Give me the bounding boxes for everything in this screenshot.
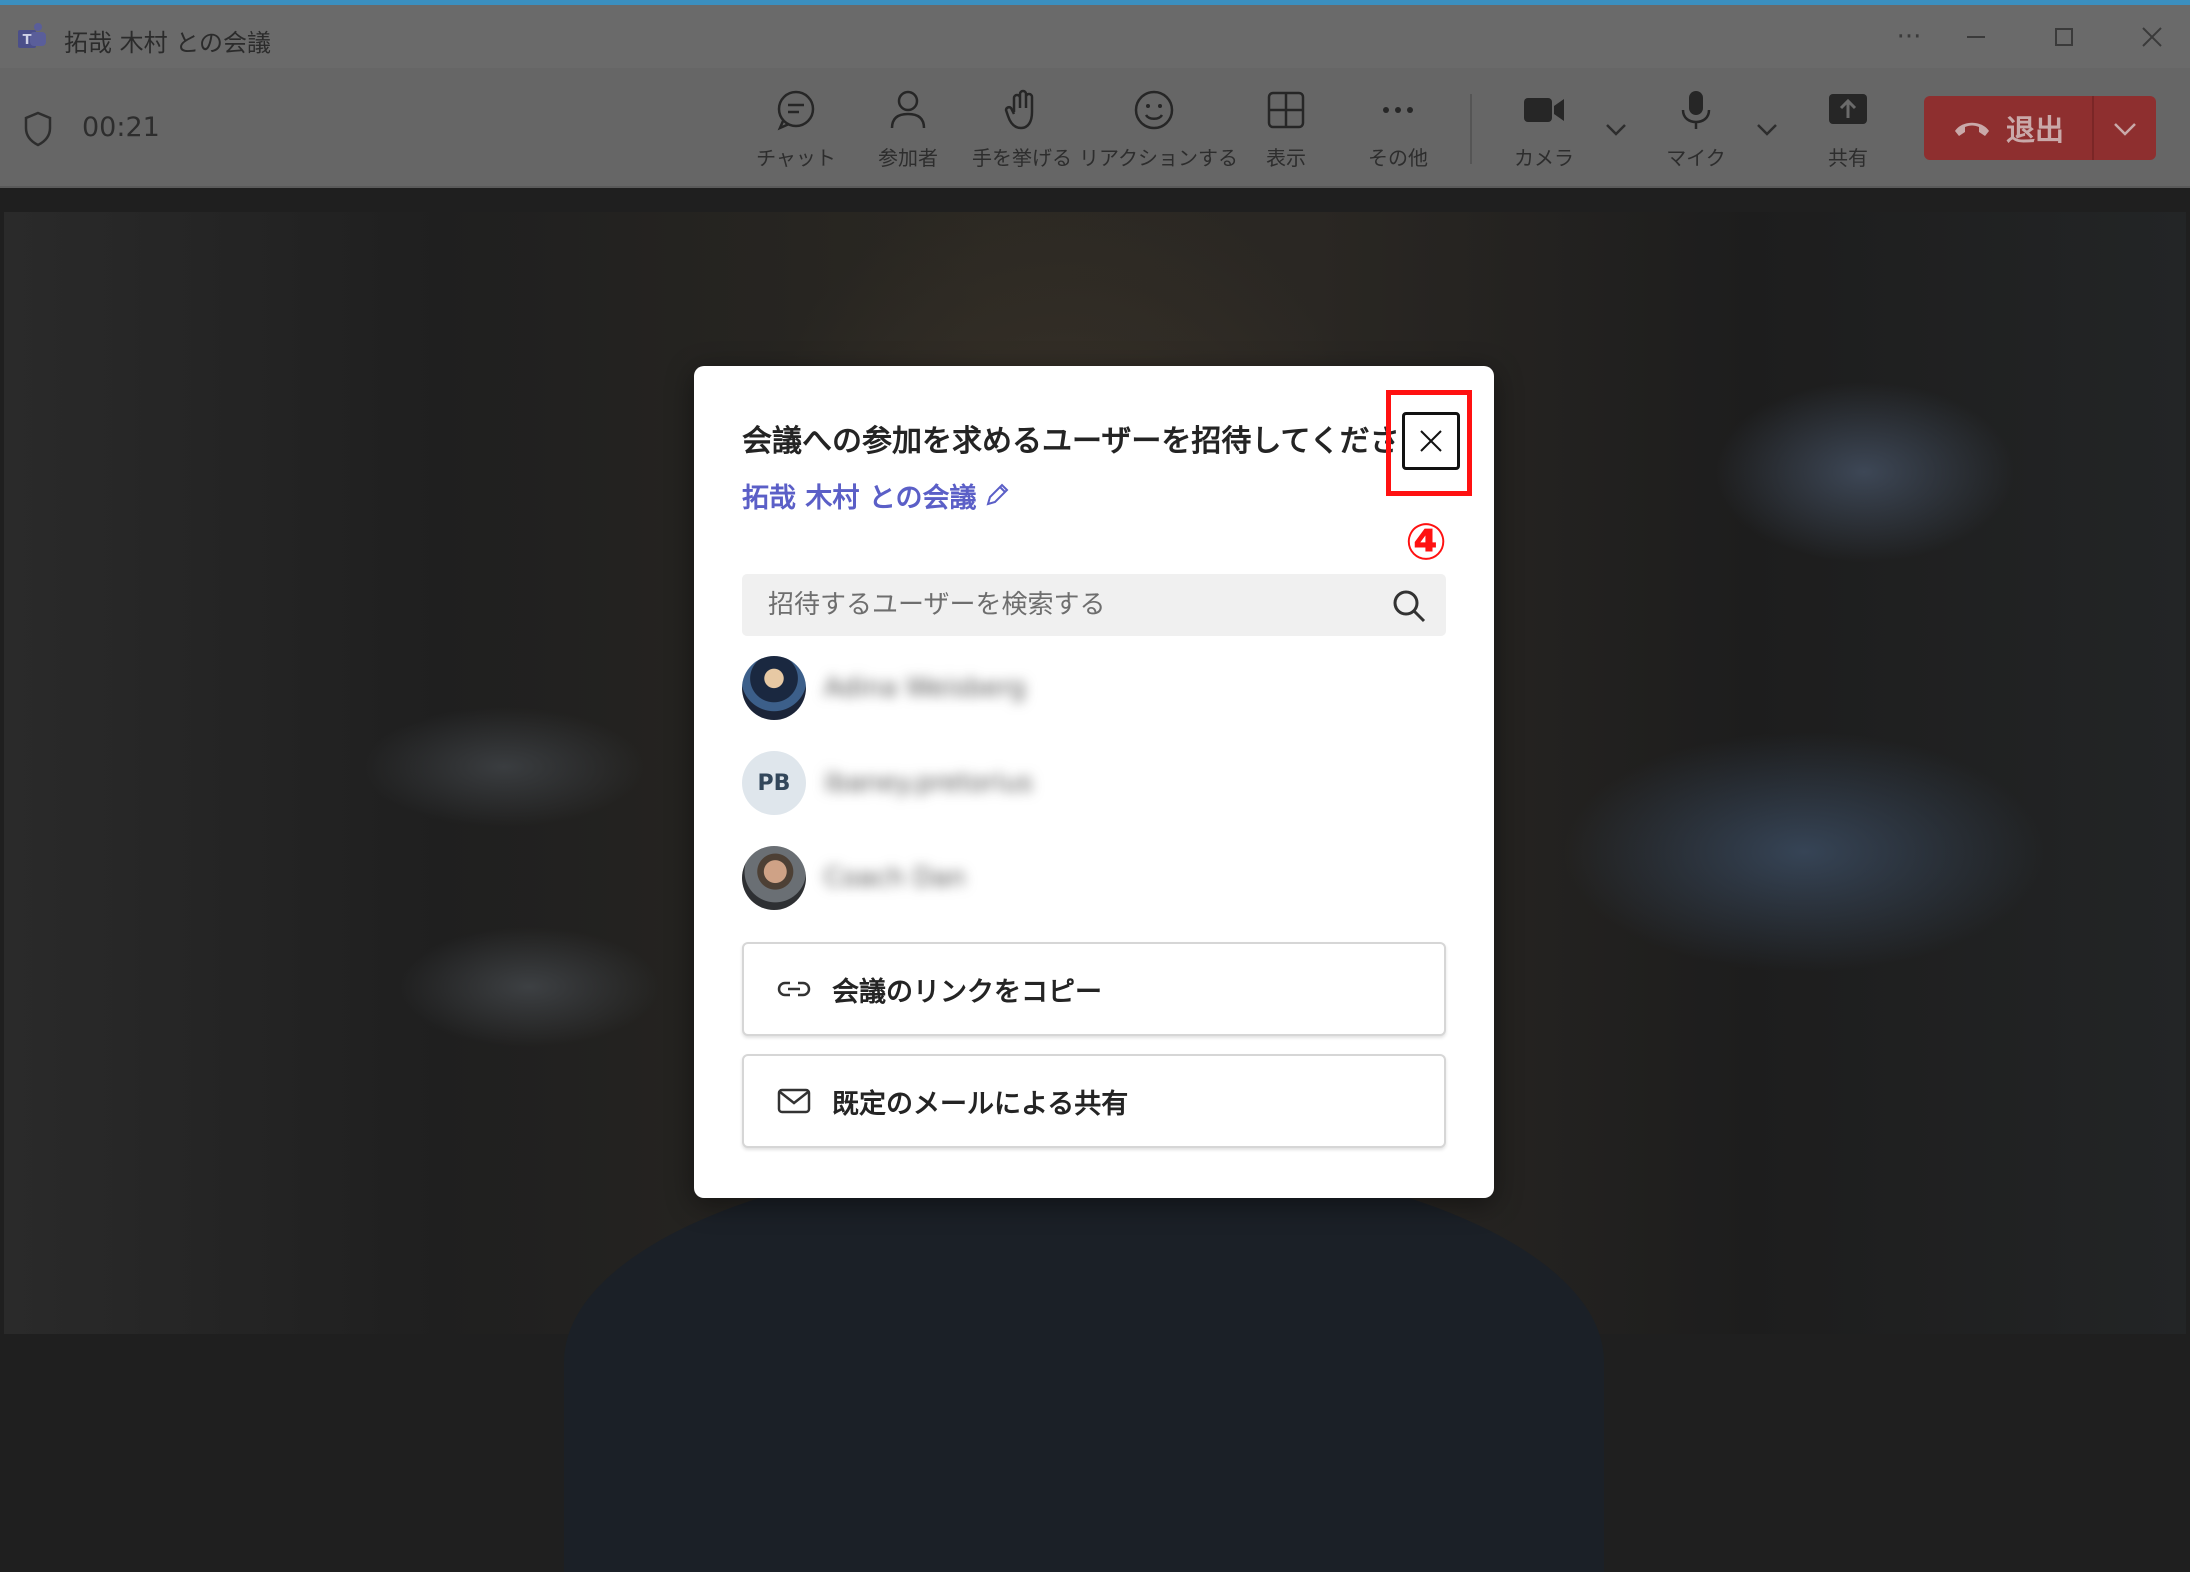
edit-pencil-icon[interactable]: [982, 480, 1012, 510]
camera-icon: [1524, 98, 1564, 122]
raise-hand-button[interactable]: 手を挙げる: [967, 88, 1077, 178]
suggested-person-row[interactable]: PB ibaney.pretorius: [742, 750, 1446, 816]
invite-search-input[interactable]: [742, 574, 1382, 636]
mail-icon: [777, 1088, 811, 1114]
meeting-toolbar: 00:21 チャット 参加者 手を挙げる リアクションする 表示 その他 カメラ…: [0, 68, 2190, 188]
share-button-label: 共有: [1828, 146, 1868, 170]
mic-button[interactable]: マイク: [1641, 88, 1751, 178]
toolbar-divider: [1470, 94, 1472, 164]
mic-options-chevron-icon[interactable]: [1754, 116, 1780, 142]
invite-search-box: [742, 574, 1446, 636]
copy-link-button[interactable]: 会議のリンクをコピー: [742, 942, 1446, 1036]
teams-logo-icon: T: [18, 23, 46, 48]
close-icon: [1420, 430, 1442, 452]
chat-icon: [777, 90, 815, 131]
people-icon: [890, 90, 926, 129]
ellipsis-icon: [1383, 107, 1413, 113]
window-close-button[interactable]: [2108, 5, 2190, 68]
minimize-button[interactable]: [1932, 5, 2020, 68]
chat-button[interactable]: チャット: [741, 88, 851, 178]
avatar: PB: [742, 751, 806, 815]
window-title: 拓哉 木村 との会議: [64, 29, 272, 57]
camera-options-chevron-icon[interactable]: [1603, 116, 1629, 142]
more-options-button[interactable]: その他: [1343, 88, 1453, 178]
share-button[interactable]: 共有: [1793, 88, 1903, 178]
grid-icon: [1267, 91, 1305, 129]
chevron-down-icon: [2114, 123, 2136, 136]
invite-dialog: 会議への参加を求めるユーザーを招待してください 拓哉 木村 との会議 ④ Adi…: [694, 366, 1494, 1198]
leave-button-label: 退出: [2005, 113, 2064, 147]
camera-button[interactable]: カメラ: [1489, 88, 1599, 178]
hand-icon: [1004, 89, 1034, 130]
more-options-button-label: その他: [1368, 146, 1428, 170]
reactions-button-label: リアクションする: [1079, 146, 1238, 170]
camera-button-label: カメラ: [1514, 146, 1574, 170]
search-icon[interactable]: [1390, 587, 1428, 625]
maximize-icon: [2055, 27, 2073, 46]
dialog-title: 会議への参加を求めるユーザーを招待してください: [742, 424, 1430, 459]
person-name: Coach Dan: [824, 863, 966, 893]
suggested-person-row[interactable]: Adina Weisberg: [742, 655, 1446, 721]
participants-button-label: 参加者: [878, 146, 938, 170]
view-button[interactable]: 表示: [1231, 88, 1341, 178]
person-name: Adina Weisberg: [824, 673, 1026, 703]
title-bar: T 拓哉 木村 との会議 ···: [0, 5, 2190, 68]
svg-text:T: T: [23, 33, 32, 48]
reactions-button[interactable]: リアクションする: [1079, 88, 1238, 178]
suggested-person-row[interactable]: Coach Dan: [742, 845, 1446, 911]
minimize-icon: [1967, 35, 1985, 38]
share-via-email-button[interactable]: 既定のメールによる共有: [742, 1054, 1446, 1148]
participants-button[interactable]: 参加者: [853, 88, 963, 178]
view-button-label: 表示: [1266, 146, 1306, 170]
leave-button-group: 退出: [1924, 96, 2156, 160]
avatar: [742, 656, 806, 720]
mic-icon: [1681, 91, 1711, 129]
step-annotation: ④: [1404, 513, 1448, 571]
leave-button[interactable]: 退出: [1924, 96, 2092, 160]
copy-link-label: 会議のリンクをコピー: [832, 976, 1102, 1008]
chat-button-label: チャット: [756, 146, 836, 170]
close-icon: [2142, 26, 2162, 47]
share-via-email-label: 既定のメールによる共有: [832, 1088, 1129, 1120]
leave-options-button[interactable]: [2092, 96, 2156, 160]
mic-button-label: マイク: [1666, 146, 1726, 170]
shield-icon: [24, 111, 52, 147]
dialog-close-button[interactable]: [1402, 412, 1460, 470]
person-name: ibaney.pretorius: [824, 768, 1033, 798]
link-icon: [777, 981, 811, 997]
meeting-name-link[interactable]: 拓哉 木村 との会議: [742, 476, 977, 515]
hang-up-icon: [1954, 122, 1989, 136]
meeting-timer: 00:21: [82, 112, 160, 143]
share-icon: [1829, 94, 1867, 124]
raise-hand-button-label: 手を挙げる: [972, 146, 1072, 170]
participant-video: [564, 1152, 1604, 1572]
smiley-icon: [1134, 90, 1174, 130]
avatar: [742, 846, 806, 910]
maximize-button[interactable]: [2020, 5, 2108, 68]
